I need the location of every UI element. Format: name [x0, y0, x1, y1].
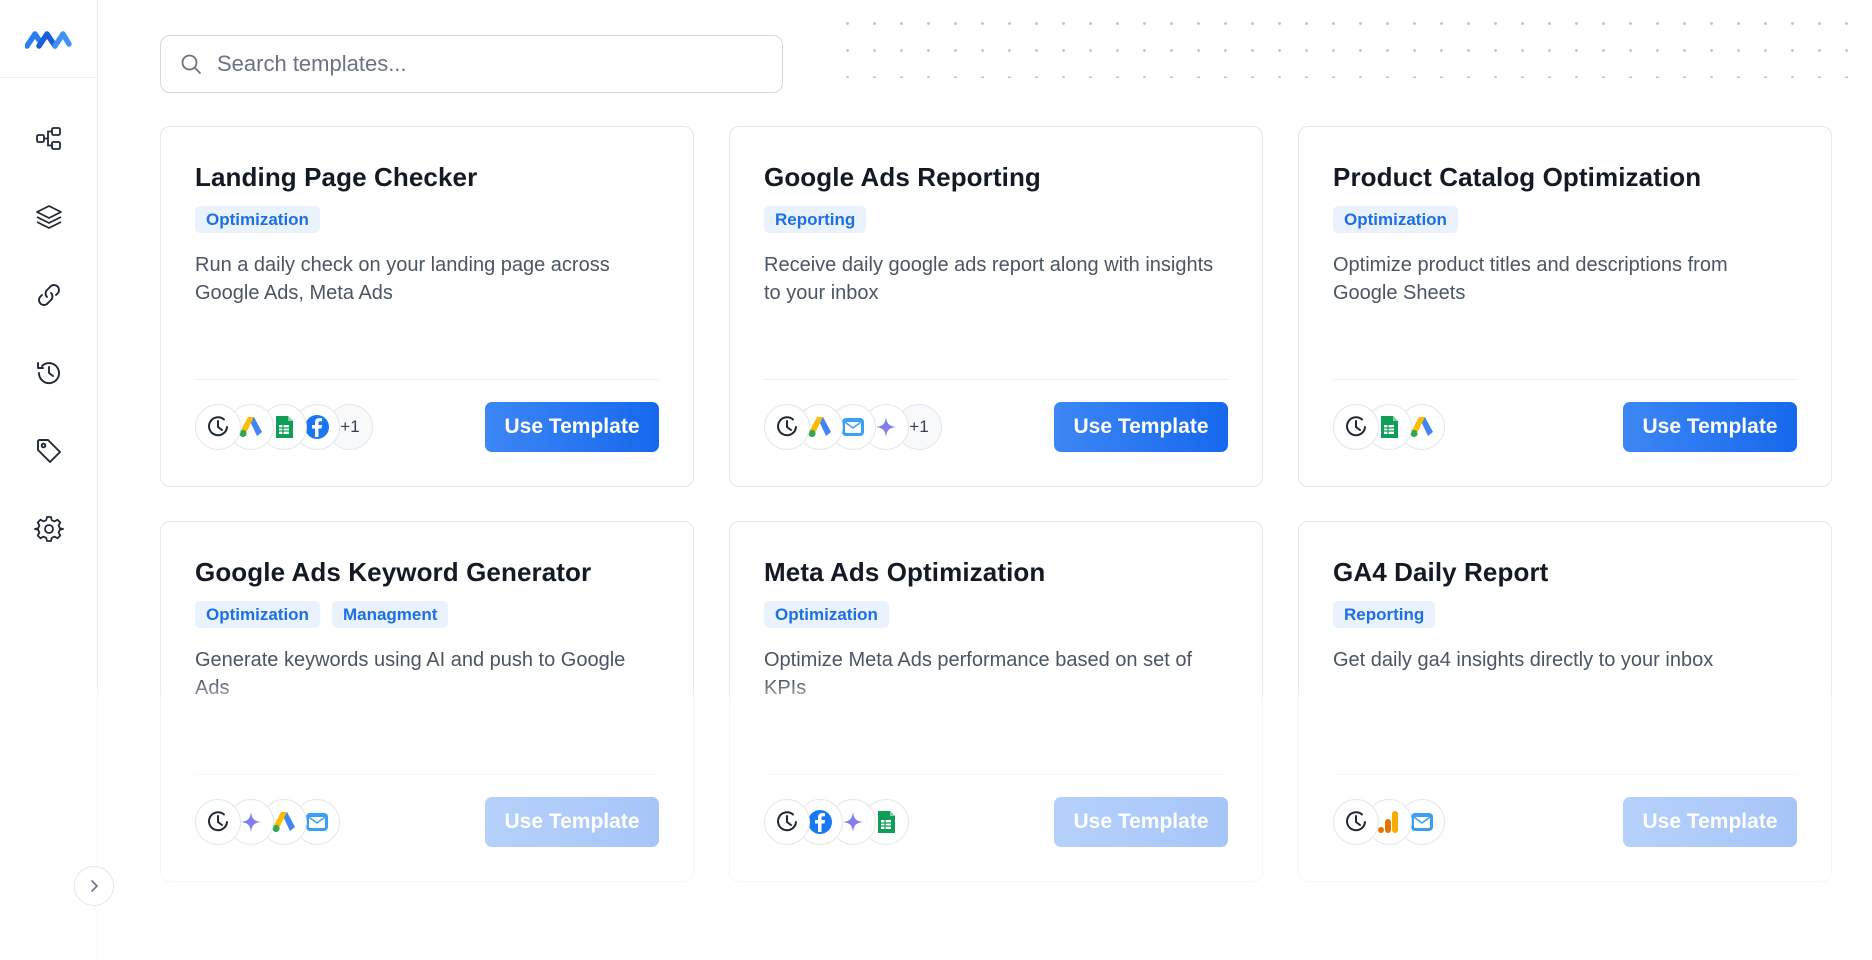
card-footer: +1 Use Template: [195, 401, 659, 453]
sidebar-item-tags[interactable]: [0, 412, 98, 490]
search-bar[interactable]: [160, 35, 783, 93]
layers-icon: [36, 205, 62, 229]
card-footer: Use Template: [1333, 401, 1797, 453]
template-title: Google Ads Keyword Generator: [195, 557, 592, 587]
integration-icons: [195, 799, 340, 845]
card-divider: [1333, 379, 1797, 380]
chevron-right-icon: [91, 880, 98, 892]
template-tags: Reporting: [764, 206, 1228, 233]
schedule-icon: [1333, 799, 1379, 845]
integration-icons: +1: [764, 404, 942, 450]
search-input[interactable]: [217, 51, 757, 77]
sidebar-item-workflows[interactable]: [0, 100, 98, 178]
card-divider: [1333, 774, 1797, 775]
template-tags: Optimization: [764, 601, 1228, 628]
gear-icon: [34, 516, 64, 542]
brand-logo-icon: [25, 30, 72, 49]
schedule-icon: [195, 404, 241, 450]
history-icon: [37, 362, 60, 385]
sidebar-collapse-button[interactable]: [74, 866, 114, 906]
template-card[interactable]: Google Ads Reporting Reporting Receive dai…: [729, 126, 1263, 487]
sidebar-item-connections[interactable]: [0, 256, 98, 334]
template-title: Landing Page Checker: [195, 162, 478, 192]
card-divider: [195, 379, 659, 380]
template-description: Optimize product titles and descriptions…: [1333, 254, 1728, 304]
link-icon: [38, 284, 60, 306]
schedule-icon: [764, 404, 810, 450]
template-description: Generate keywords using AI and push to G…: [195, 649, 626, 699]
template-card[interactable]: Meta Ads Optimization Optimization Optimiz…: [729, 521, 1263, 882]
category-tag: Optimization: [1333, 206, 1458, 233]
template-title: Google Ads Reporting: [764, 162, 1041, 192]
card-divider: [195, 774, 659, 775]
template-title: Product Catalog Optimization: [1333, 162, 1702, 192]
category-tag: Managment: [331, 601, 449, 628]
template-tags: Optimization: [195, 206, 659, 233]
use-template-button[interactable]: Use Template: [485, 402, 659, 452]
category-tag: Optimization: [195, 206, 320, 233]
card-divider: [764, 774, 1228, 775]
use-template-button[interactable]: Use Template: [1623, 797, 1797, 847]
schedule-icon: [764, 799, 810, 845]
template-card[interactable]: GA4 Daily Report Reporting Get daily ga4 i…: [1298, 521, 1832, 882]
template-tags: Optimization Managment: [195, 601, 659, 628]
logo[interactable]: [0, 0, 98, 78]
schedule-icon: [1333, 404, 1379, 450]
card-divider: [764, 379, 1228, 380]
template-tags: Optimization: [1333, 206, 1797, 233]
sidebar-item-templates[interactable]: [0, 178, 98, 256]
tag-icon: [37, 439, 61, 463]
template-card[interactable]: Google Ads Keyword Generator Optimization…: [160, 521, 694, 882]
use-template-button[interactable]: Use Template: [1054, 797, 1228, 847]
card-footer: +1 Use Template: [764, 401, 1228, 453]
sidebar-item-settings[interactable]: [0, 490, 98, 568]
card-footer: Use Template: [764, 796, 1228, 848]
card-footer: Use Template: [1333, 796, 1797, 848]
sidebar-item-history[interactable]: [0, 334, 98, 412]
template-tags: Reporting: [1333, 601, 1797, 628]
integration-icons: [1333, 404, 1445, 450]
template-title: GA4 Daily Report: [1333, 557, 1549, 587]
template-description: Run a daily check on your landing page a…: [195, 254, 610, 304]
integration-icons: [764, 799, 909, 845]
template-title: Meta Ads Optimization: [764, 557, 1046, 587]
template-description: Receive daily google ads report along wi…: [764, 254, 1214, 304]
template-card[interactable]: Landing Page Checker Optimization Run a da…: [160, 126, 694, 487]
use-template-button[interactable]: Use Template: [485, 797, 659, 847]
use-template-button[interactable]: Use Template: [1623, 402, 1797, 452]
integration-icons: [1333, 799, 1445, 845]
search-icon: [181, 54, 201, 74]
template-description: Optimize Meta Ads performance based on s…: [764, 649, 1192, 699]
decorative-dot-pattern: [834, 10, 1864, 78]
category-tag: Reporting: [764, 206, 867, 233]
template-card[interactable]: Product Catalog Optimization Optimization…: [1298, 126, 1832, 487]
category-tag: Reporting: [1333, 601, 1436, 628]
template-description: Get daily ga4 insights directly to your …: [1333, 649, 1714, 671]
use-template-button[interactable]: Use Template: [1054, 402, 1228, 452]
sidebar-nav: [0, 100, 98, 568]
card-footer: Use Template: [195, 796, 659, 848]
category-tag: Optimization: [764, 601, 889, 628]
category-tag: Optimization: [195, 601, 320, 628]
schedule-icon: [195, 799, 241, 845]
flow-icon: [36, 127, 61, 150]
app-root: Landing Page Checker Optimization Run a da…: [0, 0, 1872, 960]
sidebar: [0, 0, 98, 960]
integration-icons: +1: [195, 404, 373, 450]
